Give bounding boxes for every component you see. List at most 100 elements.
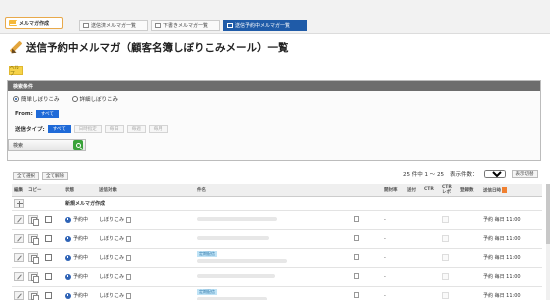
row-checkbox[interactable] <box>45 254 52 261</box>
status-text: 予約中 <box>73 293 89 299</box>
type-monthly-button[interactable]: 毎月 <box>148 125 168 133</box>
pencil-icon <box>9 41 22 54</box>
search-panel-header: 検索条件 <box>8 81 540 91</box>
new-newsletter-link[interactable]: 新規メルマガ作成 <box>63 196 542 211</box>
blank-cell <box>43 196 63 211</box>
status-cell: 予約中 <box>63 286 97 300</box>
tab-scheduled[interactable]: 送信予約中メルマガ一覧 <box>223 20 307 31</box>
deselect-all-button[interactable]: 全て解除 <box>42 172 68 180</box>
sent-cell <box>405 286 422 300</box>
row-checkbox[interactable] <box>45 273 52 280</box>
subject-redacted[interactable] <box>197 217 277 221</box>
subject-redacted[interactable] <box>197 258 287 263</box>
subject-cell <box>195 267 350 287</box>
subject-cell: 定期配信 <box>195 248 350 268</box>
edit-cell <box>12 248 26 268</box>
type-daily-button[interactable]: 毎日 <box>104 125 124 133</box>
target-cell: しぼりこみ <box>97 210 157 230</box>
document-icon[interactable] <box>126 273 132 280</box>
preview-icon[interactable] <box>354 254 359 261</box>
radio-dot <box>13 96 19 102</box>
type-all-button[interactable]: すべて <box>47 125 71 133</box>
edit-icon[interactable] <box>14 215 24 224</box>
preview-icon[interactable] <box>354 273 359 280</box>
mail-icon <box>9 20 17 26</box>
row-checkbox[interactable] <box>45 292 52 299</box>
document-icon[interactable] <box>126 292 132 299</box>
row-checkbox[interactable] <box>45 235 52 242</box>
table-row: 予約中 しぼりこみ - 予約 毎日 11:00 <box>12 210 542 230</box>
radio-detail-filter[interactable]: 詳細しぼりこみ <box>71 95 118 103</box>
status-cell: 予約中 <box>63 229 97 249</box>
preview-icon[interactable] <box>354 216 359 223</box>
compose-newsletter-button[interactable]: メルマガ作成 <box>5 17 63 29</box>
document-icon[interactable] <box>126 216 132 223</box>
subject-redacted[interactable] <box>197 296 267 300</box>
subject-redacted[interactable] <box>197 274 275 278</box>
filter-mode-radios: 簡単しぼりこみ 詳細しぼりこみ <box>13 95 118 103</box>
row-checkbox[interactable] <box>45 216 52 223</box>
copy-icon[interactable] <box>28 253 39 264</box>
copy-icon[interactable] <box>28 272 39 283</box>
copy-icon[interactable] <box>28 234 39 245</box>
check-cell <box>43 286 63 300</box>
vertical-scrollbar[interactable] <box>546 184 550 300</box>
edit-icon[interactable] <box>14 272 24 281</box>
tab-scheduled-label: 送信予約中メルマガ一覧 <box>235 23 291 29</box>
bulk-select-buttons: 全て選択 全て解除 <box>13 172 68 180</box>
schedule-text: 予約 毎日 11:00 <box>481 210 542 230</box>
sort-icon[interactable] <box>502 186 507 193</box>
radio-simple-filter[interactable]: 簡単しぼりこみ <box>13 95 60 103</box>
send-type-label: 送信タイプ: <box>15 127 45 133</box>
per-page-select[interactable]: 30 <box>483 170 506 178</box>
preview-icon[interactable] <box>354 235 359 242</box>
keyword-input[interactable] <box>9 142 73 148</box>
from-all-button[interactable]: すべて <box>35 110 59 118</box>
target-cell: しぼりこみ <box>97 286 157 300</box>
chart-icon[interactable] <box>442 216 449 223</box>
result-count: 25 件中 1 ～ 25 <box>403 172 444 178</box>
col-copy: コピー <box>26 184 43 197</box>
edit-cell <box>12 229 26 249</box>
copy-icon[interactable] <box>28 215 39 226</box>
help-badge[interactable]: ヘルプ <box>9 66 23 77</box>
per-page-label: 表示件数： <box>450 172 478 178</box>
open-rate-value: - <box>382 286 405 300</box>
status: 予約中 <box>65 216 97 223</box>
chart-icon[interactable] <box>442 292 449 299</box>
edit-icon[interactable] <box>14 291 24 300</box>
status-text: 予約中 <box>73 274 89 280</box>
page-title-text: 送信予約中メルマガ（顧客名簿しぼりこみメール）一覧 <box>26 42 289 54</box>
preview-icon[interactable] <box>354 292 359 299</box>
edit-icon[interactable] <box>14 253 24 262</box>
check-cell <box>43 267 63 287</box>
type-datetime-button[interactable]: 日時指定 <box>73 125 102 133</box>
chart-icon[interactable] <box>442 273 449 280</box>
subject-redacted[interactable] <box>197 236 269 240</box>
type-weekly-button[interactable]: 毎週 <box>126 125 146 133</box>
col-ctr-report: CTR レポ <box>440 184 458 197</box>
schedule-text: 予約 毎日 11:00 <box>481 248 542 268</box>
apply-display-button[interactable]: 表示切替 <box>511 170 538 178</box>
search-button[interactable] <box>73 140 83 150</box>
document-icon[interactable] <box>126 235 132 242</box>
tab-drafts-label: 下書きメルマガ一覧 <box>163 23 209 29</box>
tab-sent[interactable]: 送信済メルマガ一覧 <box>79 20 148 31</box>
edit-icon[interactable] <box>14 234 24 243</box>
col-empty <box>157 184 195 197</box>
tab-drafts[interactable]: 下書きメルマガ一覧 <box>151 20 220 31</box>
compose-label: メルマガ作成 <box>19 20 50 27</box>
add-icon[interactable] <box>14 198 24 208</box>
col-open-rate: 開封率 <box>382 184 405 197</box>
chart-icon[interactable] <box>442 235 449 242</box>
send-type-row: 送信タイプ: すべて 日時指定 毎日 毎週 毎月 <box>15 125 168 133</box>
select-all-button[interactable]: 全て選択 <box>13 172 39 180</box>
registered-cell <box>458 248 481 268</box>
copy-icon[interactable] <box>28 291 39 300</box>
chart-icon[interactable] <box>442 254 449 261</box>
document-icon[interactable] <box>126 254 132 261</box>
blank-cell <box>157 248 195 268</box>
preview-cell <box>350 267 382 287</box>
ctr-report-cell <box>440 210 458 230</box>
scrollbar-thumb[interactable] <box>546 184 550 244</box>
